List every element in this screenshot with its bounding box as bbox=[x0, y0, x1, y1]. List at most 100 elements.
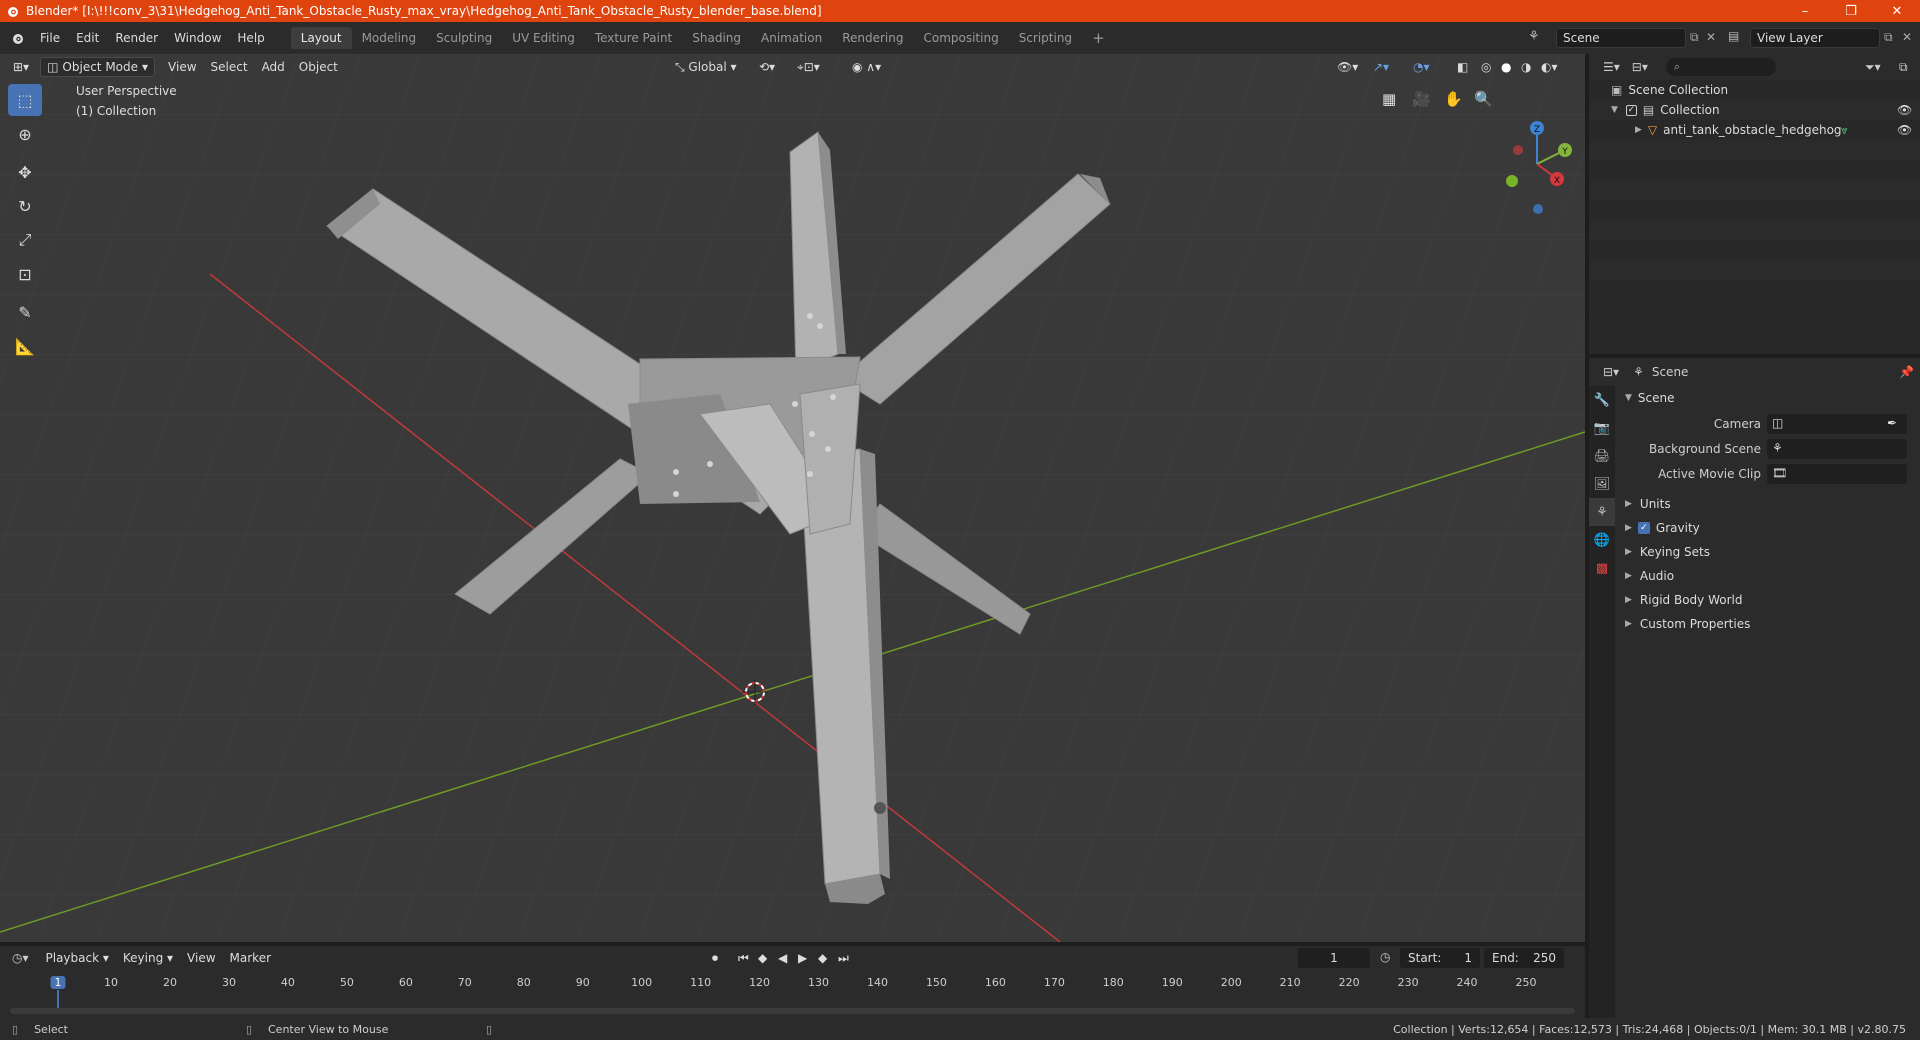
new-view-layer-icon[interactable]: ⧉ bbox=[1884, 30, 1893, 45]
annotate-tool-icon[interactable]: ✎ bbox=[8, 296, 42, 328]
outliner-editor-type-icon[interactable]: ☰▾ bbox=[1603, 60, 1620, 74]
scene-browse-icon[interactable]: ⚘ bbox=[1528, 29, 1540, 44]
playhead[interactable] bbox=[57, 990, 59, 1008]
menu-edit[interactable]: Edit bbox=[68, 28, 107, 48]
tab-compositing[interactable]: Compositing bbox=[913, 27, 1008, 49]
units-section[interactable]: ▶ Units bbox=[1619, 492, 1920, 516]
menu-help[interactable]: Help bbox=[229, 28, 272, 48]
viewport-canvas[interactable]: Z Y X bbox=[0, 54, 1585, 942]
scene-field[interactable]: Scene bbox=[1556, 28, 1686, 48]
properties-editor-type-icon[interactable]: ⊟▾ bbox=[1603, 365, 1619, 379]
camera-field[interactable]: ◫ ✒ bbox=[1767, 414, 1907, 434]
audio-section[interactable]: ▶ Audio bbox=[1619, 564, 1920, 588]
timeline-tick-label: 10 bbox=[104, 976, 119, 989]
eye-icon[interactable]: 👁 bbox=[1897, 123, 1912, 137]
remove-scene-icon[interactable]: ✕ bbox=[1706, 30, 1716, 44]
world-tab-icon[interactable]: 🌐 bbox=[1589, 526, 1615, 554]
viewport-menu-add[interactable]: Add bbox=[255, 57, 292, 77]
blender-menu-icon[interactable] bbox=[10, 30, 26, 46]
rotate-tool-icon[interactable]: ↻ bbox=[8, 190, 42, 222]
scene-section-header[interactable]: ▼ Scene bbox=[1619, 386, 1920, 410]
keying-sets-section[interactable]: ▶ Keying Sets bbox=[1619, 540, 1920, 564]
texture-tab-icon[interactable]: ▩ bbox=[1589, 554, 1615, 582]
mesh-data-icon[interactable]: ⩔ bbox=[1841, 123, 1848, 138]
pin-icon[interactable]: 📌 bbox=[1899, 365, 1914, 379]
filter-icon[interactable]: ⏷▾ bbox=[1865, 60, 1881, 75]
pan-view-icon[interactable]: ✋ bbox=[1444, 90, 1463, 108]
tab-shading[interactable]: Shading bbox=[682, 27, 751, 49]
gizmo-z-label: Z bbox=[1534, 125, 1540, 135]
render-tab-icon[interactable]: 📷 bbox=[1589, 414, 1615, 442]
viewport-menu-view[interactable]: View bbox=[161, 57, 203, 77]
view-layer-tab-icon[interactable]: 🖼 bbox=[1589, 470, 1615, 498]
tab-sculpting[interactable]: Sculpting bbox=[426, 27, 502, 49]
timeline-scrollbar[interactable] bbox=[10, 1008, 1575, 1014]
viewport-menu-object[interactable]: Object bbox=[292, 57, 345, 77]
proportional-editing-icon[interactable]: ◉ ∧▾ bbox=[845, 57, 888, 77]
new-collection-icon[interactable]: ⧉ bbox=[1899, 60, 1908, 75]
gravity-checkbox[interactable]: ✓ bbox=[1637, 522, 1650, 534]
view-layer-field[interactable]: View Layer bbox=[1750, 28, 1880, 48]
active-movie-clip-field[interactable]: 🎞 bbox=[1767, 464, 1907, 484]
scale-tool-icon[interactable]: ⤢ bbox=[8, 224, 42, 256]
overlay-toggle-icon[interactable]: ◔▾ bbox=[1406, 57, 1437, 77]
gravity-section[interactable]: ▶ ✓ Gravity bbox=[1619, 516, 1920, 540]
background-scene-field[interactable]: ⚘ bbox=[1767, 439, 1907, 459]
outliner-panel: ☰▾ ⊟▾ ⌕ ⏷▾ ⧉ ▣ Scene Collection ▼ ✓ ▤ Co… bbox=[1589, 54, 1920, 354]
close-button[interactable]: ✕ bbox=[1874, 0, 1920, 22]
transform-orientation-dropdown[interactable]: ⤡ Global ▾ bbox=[668, 57, 744, 77]
add-workspace-icon[interactable]: + bbox=[1082, 27, 1115, 49]
visibility-icon[interactable]: 👁▾ bbox=[1330, 57, 1365, 77]
menu-render[interactable]: Render bbox=[107, 28, 166, 48]
scene-tab-icon[interactable]: ⚘ bbox=[1589, 498, 1615, 526]
rendered-shading-icon[interactable]: ◐▾ bbox=[1534, 57, 1565, 77]
snap-icon[interactable]: ⌖⊡▾ bbox=[790, 57, 827, 77]
gizmo-toggle-icon[interactable]: ↗▾ bbox=[1366, 57, 1396, 77]
display-mode-icon[interactable]: ⊟▾ bbox=[1632, 60, 1648, 74]
custom-properties-section[interactable]: ▶ Custom Properties bbox=[1619, 612, 1920, 636]
menu-window[interactable]: Window bbox=[166, 28, 229, 48]
3d-viewport[interactable]: Z Y X ⊞▾ ◫ Object Mode ▾ View Select Add O… bbox=[0, 54, 1585, 942]
outliner-row-scene-collection[interactable]: ▣ Scene Collection bbox=[1589, 80, 1920, 100]
pivot-point-icon[interactable]: ⟲▾ bbox=[752, 57, 782, 77]
eye-icon[interactable]: 👁 bbox=[1897, 103, 1912, 117]
expand-arrow-icon[interactable]: ▶ bbox=[1635, 125, 1642, 135]
editor-type-icon[interactable]: ⊞▾ bbox=[6, 57, 36, 77]
ortho-toggle-icon[interactable]: ▦ bbox=[1382, 90, 1396, 108]
transform-tool-icon[interactable]: ⊡ bbox=[8, 258, 42, 290]
tab-animation[interactable]: Animation bbox=[751, 27, 832, 49]
collection-checkbox[interactable]: ✓ bbox=[1625, 104, 1637, 116]
chevron-down-icon: ▾ bbox=[142, 60, 149, 74]
menu-file[interactable]: File bbox=[32, 28, 68, 48]
tab-rendering[interactable]: Rendering bbox=[832, 27, 913, 49]
eyedropper-icon[interactable]: ✒ bbox=[1887, 416, 1897, 430]
output-tab-icon[interactable]: 🖨 bbox=[1589, 442, 1615, 470]
new-scene-icon[interactable]: ⧉ bbox=[1690, 30, 1699, 45]
outliner-search-input[interactable]: ⌕ bbox=[1665, 58, 1776, 76]
viewport-menu-select[interactable]: Select bbox=[204, 57, 255, 77]
tab-scripting[interactable]: Scripting bbox=[1009, 27, 1082, 49]
remove-view-layer-icon[interactable]: ✕ bbox=[1902, 30, 1912, 44]
maximize-button[interactable]: ❐ bbox=[1828, 0, 1874, 22]
camera-view-icon[interactable]: 🎥 bbox=[1412, 90, 1431, 108]
outliner-row-object[interactable]: ▶ ▽ anti_tank_obstacle_hedgehog ⩔ 👁 bbox=[1589, 120, 1920, 140]
xray-toggle-icon[interactable]: ◧ bbox=[1450, 57, 1475, 77]
cursor-tool-icon[interactable]: ⊕ bbox=[8, 118, 42, 150]
zoom-view-icon[interactable]: 🔍 bbox=[1474, 90, 1493, 108]
view-layer-browse-icon[interactable]: ▤ bbox=[1728, 29, 1739, 43]
rigid-body-world-section[interactable]: ▶ Rigid Body World bbox=[1619, 588, 1920, 612]
mesh-object-icon: ▽ bbox=[1647, 123, 1658, 137]
timeline-tick-label: 1 bbox=[50, 976, 66, 989]
tab-uv-editing[interactable]: UV Editing bbox=[502, 27, 585, 49]
expand-arrow-icon[interactable]: ▼ bbox=[1611, 105, 1618, 115]
select-box-tool-icon[interactable]: ⬚ bbox=[8, 84, 42, 116]
outliner-row-collection[interactable]: ▼ ✓ ▤ Collection 👁 bbox=[1589, 100, 1920, 120]
tab-modeling[interactable]: Modeling bbox=[352, 27, 427, 49]
minimize-button[interactable]: – bbox=[1782, 0, 1828, 22]
measure-tool-icon[interactable]: 📐 bbox=[8, 330, 42, 362]
move-tool-icon[interactable]: ✥ bbox=[8, 156, 42, 188]
object-mode-dropdown[interactable]: ◫ Object Mode ▾ bbox=[40, 57, 156, 77]
tool-tab-icon[interactable]: 🔧 bbox=[1589, 386, 1615, 414]
tab-texture-paint[interactable]: Texture Paint bbox=[585, 27, 682, 49]
tab-layout[interactable]: Layout bbox=[290, 27, 352, 49]
